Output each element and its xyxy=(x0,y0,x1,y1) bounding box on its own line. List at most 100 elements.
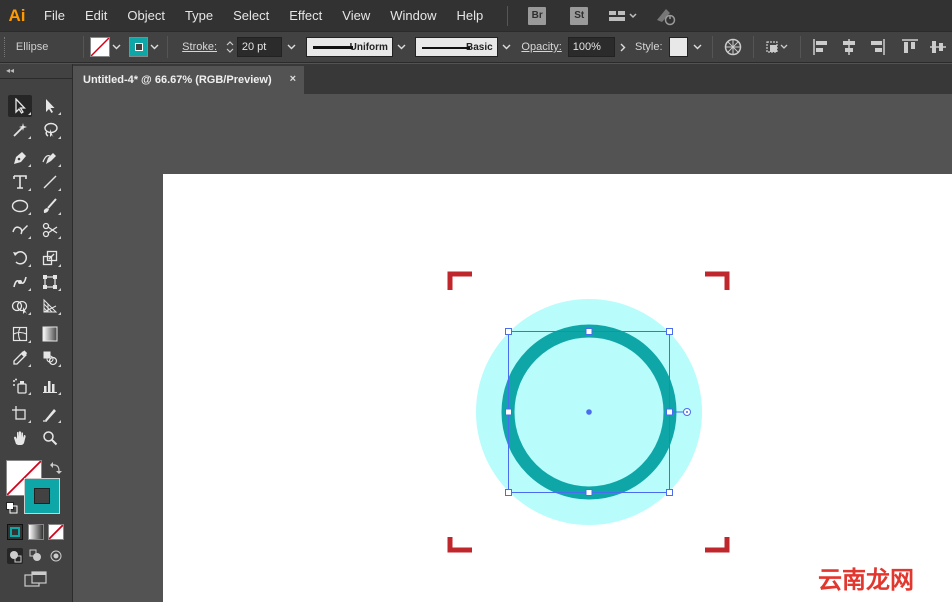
column-graph-tool[interactable] xyxy=(38,375,62,397)
handle-bottom-right[interactable] xyxy=(666,489,673,496)
divider xyxy=(83,36,85,58)
divider xyxy=(167,36,169,58)
direct-selection-tool[interactable] xyxy=(38,95,62,117)
opacity-label[interactable]: Opacity: xyxy=(521,41,561,53)
shaper-tool[interactable] xyxy=(8,219,32,241)
scale-tool[interactable] xyxy=(38,247,62,269)
stroke-weight-dropdown-icon[interactable] xyxy=(282,37,300,57)
workspace-switcher-icon[interactable] xyxy=(608,9,638,23)
stroke-weight-spinner[interactable] xyxy=(223,37,237,57)
paintbrush-icon xyxy=(43,198,57,213)
menu-view[interactable]: View xyxy=(332,0,380,31)
handle-top-center[interactable] xyxy=(585,328,593,335)
align-center-icon[interactable] xyxy=(840,38,858,56)
handle-top-left[interactable] xyxy=(505,328,512,335)
color-mode-button[interactable] xyxy=(7,524,23,540)
free-transform-tool[interactable] xyxy=(38,271,62,293)
hand-tool[interactable] xyxy=(8,427,32,449)
slice-tool[interactable] xyxy=(38,403,62,425)
draw-inside-icon[interactable] xyxy=(48,548,64,564)
align-right-icon[interactable] xyxy=(868,38,886,56)
eyedropper-tool[interactable] xyxy=(8,347,32,369)
paintbrush-tool[interactable] xyxy=(38,195,62,217)
stroke-weight-field[interactable]: 20 pt xyxy=(236,37,283,57)
curvature-tool[interactable] xyxy=(38,147,62,169)
stroke-dropdown-icon[interactable] xyxy=(148,37,161,57)
ellipse-tool[interactable] xyxy=(8,195,32,217)
draw-normal-icon[interactable] xyxy=(7,548,23,564)
divider xyxy=(753,36,755,58)
lasso-tool[interactable] xyxy=(38,119,62,141)
app-logo: Ai xyxy=(8,5,26,25)
handle-bottom-left[interactable] xyxy=(505,489,512,496)
blend-tool[interactable] xyxy=(38,347,62,369)
stroke-swatch[interactable] xyxy=(128,37,149,57)
default-fill-stroke-icon[interactable] xyxy=(6,501,18,519)
graphic-style-swatch[interactable] xyxy=(668,37,689,57)
divider xyxy=(800,36,802,58)
opacity-flyout-icon[interactable] xyxy=(615,37,631,57)
brush-label: Basic xyxy=(465,41,493,53)
warp-tool[interactable] xyxy=(8,271,32,293)
artboard[interactable] xyxy=(163,174,952,602)
selection-tool[interactable] xyxy=(8,95,32,117)
shape-builder-tool[interactable] xyxy=(8,295,32,317)
warp-icon xyxy=(13,276,27,288)
handle-middle-left[interactable] xyxy=(505,408,512,416)
transform-icon[interactable] xyxy=(765,39,789,55)
symbol-sprayer-tool[interactable] xyxy=(8,375,32,397)
menu-window[interactable]: Window xyxy=(380,0,446,31)
type-tool[interactable] xyxy=(8,171,32,193)
zoom-icon xyxy=(43,431,58,446)
handle-top-right[interactable] xyxy=(666,328,673,335)
scissors-tool[interactable] xyxy=(38,219,62,241)
align-top-icon[interactable] xyxy=(901,38,919,56)
swap-fill-stroke-icon[interactable] xyxy=(50,461,62,479)
stroke-label[interactable]: Stroke: xyxy=(182,41,217,53)
perspective-grid-tool[interactable] xyxy=(38,295,62,317)
magic-wand-tool[interactable] xyxy=(8,119,32,141)
corner-bracket-bottom-right xyxy=(705,537,730,553)
gradient-tool[interactable] xyxy=(38,323,62,345)
brush-dropdown-icon[interactable] xyxy=(498,37,516,57)
opacity-field[interactable]: 100% xyxy=(567,37,616,57)
menu-edit[interactable]: Edit xyxy=(75,0,117,31)
menu-object[interactable]: Object xyxy=(117,0,175,31)
align-middle-icon[interactable] xyxy=(929,38,947,56)
handle-middle-right[interactable] xyxy=(666,408,673,416)
stock-icon[interactable]: St xyxy=(570,6,589,25)
collapse-panel-icon[interactable]: ◂◂ xyxy=(6,66,14,75)
mesh-tool[interactable] xyxy=(8,323,32,345)
center-point xyxy=(586,409,592,415)
recolor-artwork-icon[interactable] xyxy=(724,38,742,56)
artboard-tool[interactable] xyxy=(8,403,32,425)
none-mode-button[interactable] xyxy=(48,524,64,540)
style-dropdown-icon[interactable] xyxy=(688,37,706,57)
bridge-icon[interactable]: Br xyxy=(528,6,547,25)
align-left-icon[interactable] xyxy=(812,38,830,56)
handle-bottom-center[interactable] xyxy=(585,489,593,496)
menu-select[interactable]: Select xyxy=(223,0,279,31)
menu-file[interactable]: File xyxy=(34,0,75,31)
gradient-mode-button[interactable] xyxy=(28,524,44,540)
draw-behind-icon[interactable] xyxy=(28,548,44,564)
fill-dropdown-icon[interactable] xyxy=(110,37,123,57)
style-label: Style: xyxy=(635,41,663,53)
zoom-tool[interactable] xyxy=(38,427,62,449)
menu-help[interactable]: Help xyxy=(446,0,493,31)
variable-width-profile[interactable]: Uniform xyxy=(306,37,393,57)
gpu-performance-icon[interactable] xyxy=(654,6,678,26)
fill-swatch[interactable] xyxy=(90,37,110,57)
close-tab-icon[interactable]: × xyxy=(290,73,296,85)
stroke-color-swatch[interactable] xyxy=(24,478,60,514)
control-bar: Ellipse Stroke: 20 pt Uniform Basic Opac… xyxy=(0,31,952,63)
screen-mode-icon[interactable] xyxy=(24,571,48,589)
profile-dropdown-icon[interactable] xyxy=(393,37,411,57)
rotate-tool[interactable] xyxy=(8,247,32,269)
line-segment-tool[interactable] xyxy=(38,171,62,193)
document-tab[interactable]: Untitled-4* @ 66.67% (RGB/Preview) × xyxy=(73,66,304,94)
brush-definition[interactable]: Basic xyxy=(414,37,498,57)
menu-type[interactable]: Type xyxy=(175,0,223,31)
pen-tool[interactable] xyxy=(8,147,32,169)
menu-effect[interactable]: Effect xyxy=(279,0,332,31)
